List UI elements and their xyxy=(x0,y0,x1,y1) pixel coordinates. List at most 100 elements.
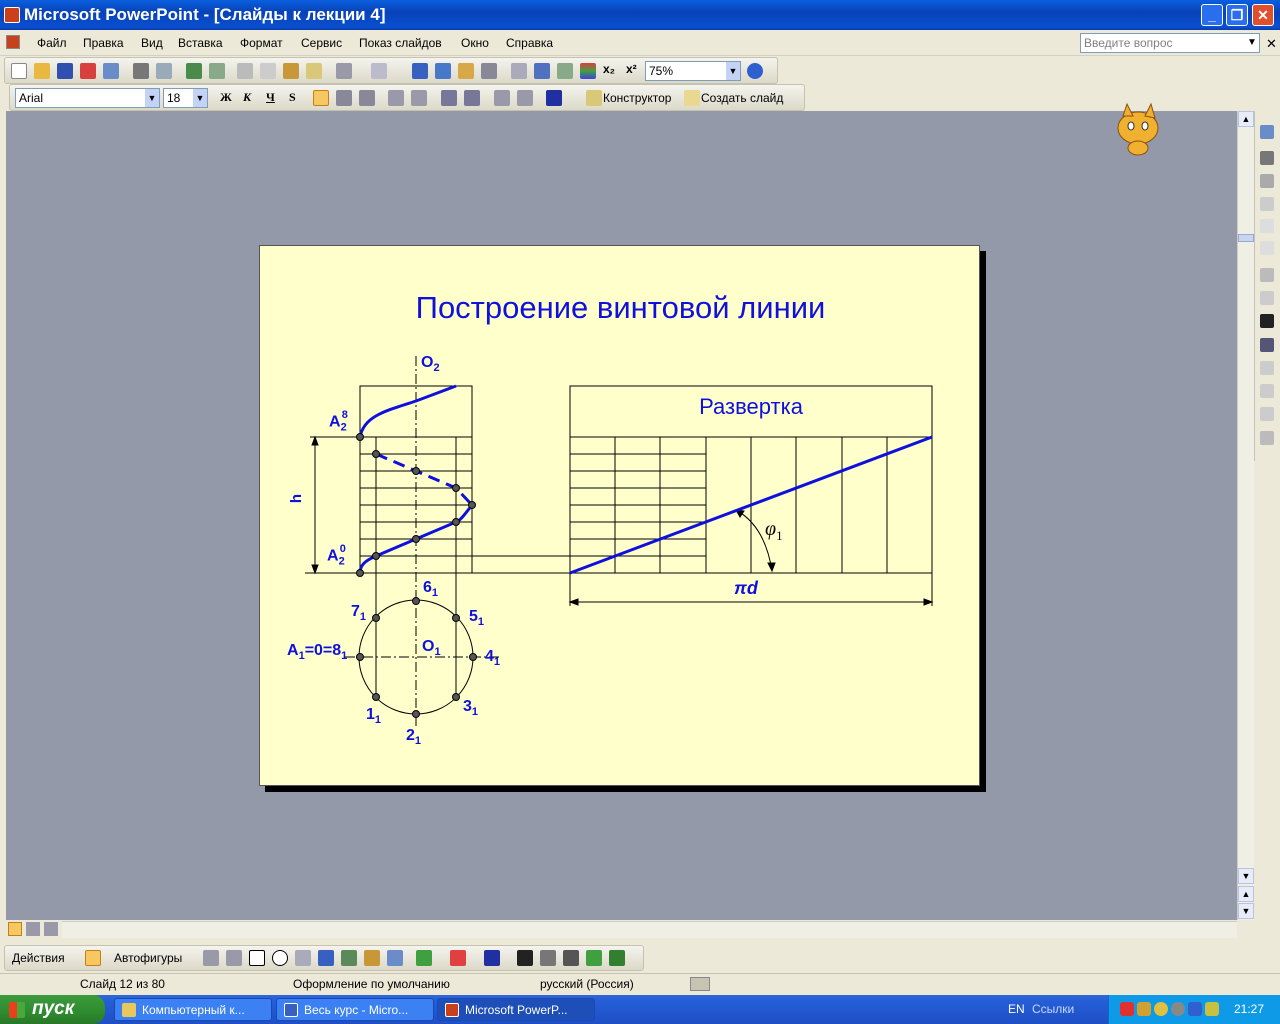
document-icon[interactable] xyxy=(6,35,20,49)
new-icon[interactable] xyxy=(11,63,27,79)
spelling-icon[interactable] xyxy=(186,63,202,79)
tables-borders-icon[interactable] xyxy=(458,63,474,79)
ask-question-input[interactable]: Введите вопрос xyxy=(1080,33,1260,53)
arrow-icon[interactable] xyxy=(226,950,242,966)
3d-style-icon[interactable] xyxy=(609,950,625,966)
vertical-scrollbar[interactable]: ▲ ▼ ▲ ▼ xyxy=(1237,111,1254,920)
subscript-icon[interactable]: x₂ xyxy=(603,62,615,76)
picture-icon[interactable] xyxy=(387,950,403,966)
superscript-icon[interactable]: x² xyxy=(626,62,637,76)
hyperlink-icon[interactable] xyxy=(481,63,497,79)
align-center-icon[interactable] xyxy=(336,90,352,106)
speaker-icon[interactable] xyxy=(1171,1002,1185,1016)
slide[interactable]: Построение винтовой линии O2 A28 A20 h Р… xyxy=(259,245,980,786)
grid-icon[interactable] xyxy=(557,63,573,79)
bullets-icon[interactable] xyxy=(411,90,427,106)
zoom-select[interactable]: 75% ▼ xyxy=(645,61,741,81)
office-assistant-cat-icon[interactable] xyxy=(1093,96,1183,156)
normal-view-icon[interactable] xyxy=(8,922,22,936)
select-pointer-icon[interactable] xyxy=(85,950,101,966)
print-icon[interactable] xyxy=(133,63,149,79)
chevron-down-icon[interactable]: ▼ xyxy=(145,89,159,107)
align-left-icon[interactable] xyxy=(313,90,329,106)
spelling-status-icon[interactable] xyxy=(690,977,710,991)
menu-view[interactable]: Вид xyxy=(141,36,163,50)
restore-button[interactable]: ❐ xyxy=(1226,4,1248,26)
help-icon[interactable] xyxy=(747,63,763,79)
more-contrast-icon[interactable] xyxy=(1260,174,1274,188)
close-icon[interactable]: ✕ xyxy=(1266,36,1277,52)
less-contrast-icon[interactable] xyxy=(1260,197,1274,211)
font-size-select[interactable]: 18 ▼ xyxy=(163,88,208,108)
expand-icon[interactable] xyxy=(511,63,527,79)
menu-file[interactable]: Файл xyxy=(37,36,67,50)
insert-picture-icon[interactable] xyxy=(1260,125,1274,139)
menu-edit[interactable]: Правка xyxy=(83,36,124,50)
line-color-icon[interactable] xyxy=(450,950,466,966)
line-icon[interactable] xyxy=(203,950,219,966)
chevron-down-icon[interactable]: ▼ xyxy=(193,89,207,107)
powerpoint-icon[interactable] xyxy=(4,7,20,23)
links-toolbar[interactable]: Ссылки xyxy=(1032,1002,1074,1016)
antivirus-icon[interactable] xyxy=(1120,1002,1134,1016)
font-color-icon[interactable] xyxy=(484,950,500,966)
recolor-icon[interactable] xyxy=(1260,361,1274,375)
copy-icon[interactable] xyxy=(260,63,276,79)
diagram-icon[interactable] xyxy=(341,950,357,966)
chevron-down-icon[interactable]: ▼ xyxy=(1247,37,1257,48)
font-color-icon[interactable] xyxy=(546,90,562,106)
color-grayscale-icon[interactable] xyxy=(580,63,596,79)
align-right-icon[interactable] xyxy=(359,90,375,106)
menu-format[interactable]: Формат xyxy=(240,36,283,50)
cut-icon[interactable] xyxy=(237,63,253,79)
decrease-font-icon[interactable] xyxy=(464,90,480,106)
crop-icon[interactable] xyxy=(1260,268,1274,282)
task-word[interactable]: Весь курс - Micro... xyxy=(276,998,434,1021)
oval-icon[interactable] xyxy=(272,950,288,966)
language-indicator[interactable]: EN xyxy=(1008,1002,1025,1016)
open-icon[interactable] xyxy=(34,63,50,79)
start-button[interactable]: пуск xyxy=(0,995,105,1024)
shadow-button[interactable]: S xyxy=(289,90,296,105)
network-icon[interactable] xyxy=(1137,1002,1151,1016)
undo-icon[interactable] xyxy=(336,63,352,79)
shield-icon[interactable] xyxy=(1205,1002,1219,1016)
menu-window[interactable]: Окно xyxy=(461,36,489,50)
rectangle-icon[interactable] xyxy=(249,950,265,966)
set-transparent-icon[interactable] xyxy=(1260,407,1274,421)
update-icon[interactable] xyxy=(1188,1002,1202,1016)
menu-slideshow[interactable]: Показ слайдов xyxy=(359,36,442,50)
menu-tools[interactable]: Сервис xyxy=(301,36,342,50)
research-icon[interactable] xyxy=(209,63,225,79)
email-icon[interactable] xyxy=(103,63,119,79)
chevron-down-icon[interactable]: ▼ xyxy=(726,62,740,80)
format-painter-icon[interactable] xyxy=(306,63,322,79)
clipart-icon[interactable] xyxy=(364,950,380,966)
new-slide-button[interactable]: Создать слайд xyxy=(701,91,783,105)
less-brightness-icon[interactable] xyxy=(1260,241,1274,255)
next-slide-icon[interactable]: ▼ xyxy=(1238,903,1254,919)
arrow-style-icon[interactable] xyxy=(563,950,579,966)
redo-icon[interactable] xyxy=(371,63,387,79)
paste-icon[interactable] xyxy=(283,63,299,79)
menu-insert[interactable]: Вставка xyxy=(178,36,223,50)
dash-style-icon[interactable] xyxy=(540,950,556,966)
task-powerpoint[interactable]: Microsoft PowerP... xyxy=(437,998,595,1021)
fill-color-icon[interactable] xyxy=(416,950,432,966)
at-icon[interactable] xyxy=(1154,1002,1168,1016)
scroll-down-icon[interactable]: ▼ xyxy=(1238,868,1254,884)
previous-slide-icon[interactable]: ▲ xyxy=(1238,886,1254,902)
reset-picture-icon[interactable] xyxy=(1260,431,1274,445)
print-preview-icon[interactable] xyxy=(156,63,172,79)
shadow-style-icon[interactable] xyxy=(586,950,602,966)
slide-sorter-icon[interactable] xyxy=(26,922,40,936)
rotate-icon[interactable] xyxy=(1260,291,1274,305)
horizontal-scrollbar[interactable] xyxy=(62,921,1237,938)
menu-help[interactable]: Справка xyxy=(506,36,553,50)
italic-button[interactable]: К xyxy=(243,90,251,105)
close-button[interactable]: ✕ xyxy=(1252,4,1274,26)
font-select[interactable]: Arial ▼ xyxy=(15,88,160,108)
increase-font-icon[interactable] xyxy=(441,90,457,106)
actions-menu[interactable]: Действия xyxy=(12,951,65,965)
color-icon[interactable] xyxy=(1260,151,1274,165)
